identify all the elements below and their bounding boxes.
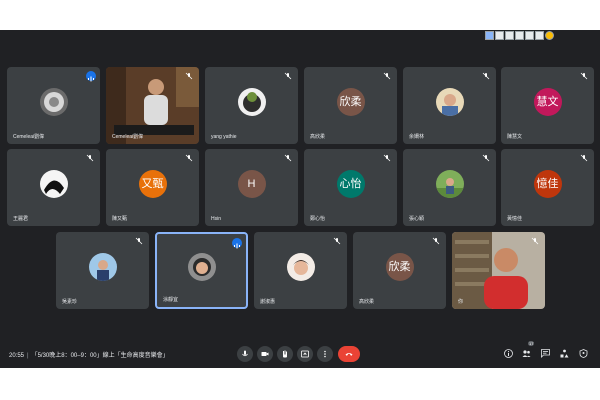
participant-tile[interactable]: 欣柔 高欣柔	[353, 232, 446, 309]
mic-icon	[242, 350, 248, 357]
participant-tile[interactable]: 憶佳 黃憶佳	[501, 149, 594, 226]
participant-name: Hsin	[211, 216, 222, 222]
info-icon[interactable]	[504, 349, 513, 358]
mic-button[interactable]	[237, 346, 253, 362]
participant-name: 涂靜宜	[163, 297, 179, 303]
present-button[interactable]	[297, 346, 313, 362]
avatar	[286, 252, 315, 281]
participant-name: 鄭心怡	[310, 216, 326, 222]
mic-off-icon	[333, 237, 341, 245]
meeting-title: 「5/30晚上8：00–9：00」線上「生命高度音樂會」	[31, 353, 169, 359]
participant-tile-speaking[interactable]: 涂靜宜	[155, 232, 248, 309]
participant-tile[interactable]: 謝淑惠	[254, 232, 347, 309]
participant-name: Cemeleai劉偉	[13, 134, 45, 140]
mic-off-icon	[284, 72, 292, 80]
end-call-button[interactable]	[338, 346, 360, 362]
participant-tile[interactable]: 張心穎	[403, 149, 496, 226]
ime-chinese-icon[interactable]	[495, 31, 504, 40]
avatar-initials: 欣柔	[385, 252, 414, 281]
participant-tile[interactable]: yang yathie	[205, 67, 298, 144]
avatar-initials: 欣柔	[336, 87, 365, 116]
participant-name: Cemeleai劉偉	[112, 134, 144, 140]
avatar-initials: 心怡	[336, 169, 365, 198]
avatar-initials: 慧文	[533, 87, 562, 116]
participant-name: yang yathie	[211, 134, 237, 140]
participant-name: 高欣柔	[359, 299, 375, 305]
ime-mode-icon[interactable]	[485, 31, 494, 40]
chat-icon[interactable]	[541, 349, 550, 358]
participant-name: 陳慧文	[507, 134, 523, 140]
participant-tile[interactable]: 王麗君	[7, 149, 100, 226]
avatar	[187, 252, 216, 281]
participant-name: 黃憶佳	[507, 216, 523, 222]
avatar	[237, 87, 266, 116]
ime-emoji-icon[interactable]	[545, 31, 554, 40]
mic-on-icon	[232, 238, 242, 249]
participant-name: 陳又甄	[112, 216, 128, 222]
ime-settings-icon[interactable]	[525, 31, 534, 40]
activities-icon[interactable]	[560, 349, 569, 358]
camera-icon	[261, 352, 269, 356]
avatar	[39, 169, 68, 198]
avatar	[435, 87, 464, 116]
mic-off-icon	[580, 154, 588, 162]
people-icon[interactable]	[522, 349, 531, 358]
mic-off-icon	[185, 154, 193, 162]
participant-tile[interactable]: H Hsin	[205, 149, 298, 226]
camera-button[interactable]	[257, 346, 273, 362]
mic-on-icon	[86, 71, 96, 82]
people-count-badge: 17	[528, 341, 535, 346]
present-icon	[301, 350, 309, 358]
avatar-initials: 憶佳	[533, 169, 562, 198]
participant-name: 王麗君	[13, 216, 29, 222]
end-call-icon	[345, 353, 353, 356]
participant-tile[interactable]: 吳素珍	[56, 232, 149, 309]
participant-tile[interactable]: 心怡 鄭心怡	[304, 149, 397, 226]
ime-fullwidth-icon[interactable]	[505, 31, 514, 40]
participant-tile[interactable]: Cemeleai劉偉	[7, 67, 100, 144]
participant-tile[interactable]: 余姍林	[403, 67, 496, 144]
mic-off-icon	[482, 72, 490, 80]
mic-off-icon	[86, 154, 94, 162]
raise-hand-icon	[283, 350, 287, 358]
mic-off-icon	[135, 237, 143, 245]
mic-off-icon	[432, 237, 440, 245]
meeting-info: 20:55 | 「5/30晚上8：00–9：00」線上「生命高度音樂會」	[9, 353, 169, 359]
participant-name: 謝淑惠	[260, 299, 276, 305]
avatar	[435, 169, 464, 198]
participant-name: 吳素珍	[62, 299, 78, 305]
raise-hand-button[interactable]	[277, 346, 293, 362]
participant-name: 余姍林	[409, 134, 425, 140]
mic-off-icon	[531, 237, 539, 245]
participant-tile[interactable]: 慧文 陳慧文	[501, 67, 594, 144]
mic-off-icon	[185, 72, 193, 80]
avatar-initials: 又甄	[138, 169, 167, 198]
avatar	[88, 252, 117, 281]
mic-off-icon	[580, 72, 588, 80]
participant-name: 你	[458, 299, 464, 305]
bottom-toolbar: 20:55 | 「5/30晚上8：00–9：00」線上「生命高度音樂會」 17	[0, 338, 600, 368]
mic-off-icon	[284, 154, 292, 162]
more-options-icon	[324, 350, 326, 358]
mic-off-icon	[482, 154, 490, 162]
self-video-tile[interactable]: 你	[452, 232, 545, 309]
avatar	[39, 87, 68, 116]
participant-video-tile[interactable]: Cemeleai劉偉	[106, 67, 199, 144]
meeting-time: 20:55	[9, 353, 25, 359]
participant-name: 高欣柔	[310, 134, 326, 140]
host-controls-icon[interactable]	[579, 349, 588, 358]
participant-name: 張心穎	[409, 216, 425, 222]
more-options-button[interactable]	[317, 346, 333, 362]
ime-keyboard-icon[interactable]	[535, 31, 544, 40]
participant-tile[interactable]: 又甄 陳又甄	[106, 149, 199, 226]
ime-toolbar[interactable]	[485, 31, 554, 40]
mic-off-icon	[383, 154, 391, 162]
meet-window: Cemeleai劉偉 Cemeleai劉偉 yang yathie 欣柔 高欣柔…	[0, 30, 600, 368]
participant-tile[interactable]: 欣柔 高欣柔	[304, 67, 397, 144]
mic-off-icon	[383, 72, 391, 80]
ime-punct-icon[interactable]	[515, 31, 524, 40]
avatar-initials: H	[237, 169, 266, 198]
